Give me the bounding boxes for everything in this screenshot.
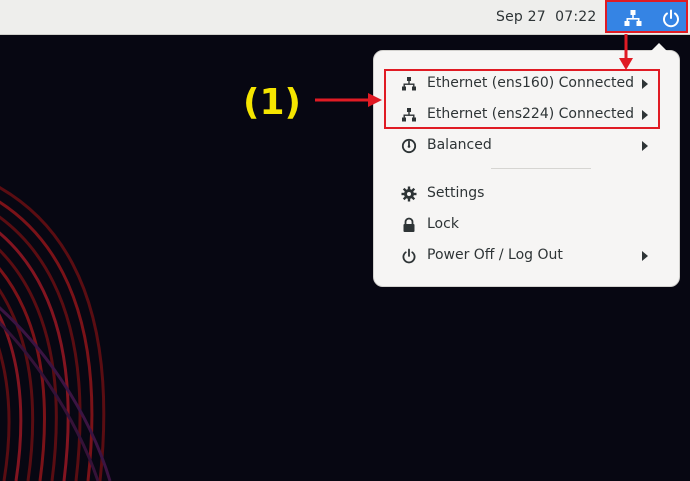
network-icon[interactable] xyxy=(623,8,643,28)
submenu-arrow-icon xyxy=(642,79,648,89)
menu-item-label: Ethernet (ens160) Connected xyxy=(427,75,635,91)
top-bar: Sep 27 07:22 xyxy=(0,0,690,35)
lock-icon xyxy=(403,217,415,232)
power-icon xyxy=(402,248,416,264)
menu-item-ethernet-ens224[interactable]: Ethernet (ens224) Connected xyxy=(374,100,681,130)
menu-item-label: Lock xyxy=(427,216,459,232)
system-menu: Ethernet (ens160) Connected Ethernet (en… xyxy=(373,43,681,287)
gear-icon xyxy=(401,186,417,202)
menu-item-label: Power Off / Log Out xyxy=(427,247,563,263)
submenu-arrow-icon xyxy=(642,110,648,120)
submenu-arrow-icon xyxy=(642,141,648,151)
menu-item-label: Balanced xyxy=(427,137,492,153)
menu-item-lock[interactable]: Lock xyxy=(374,210,681,240)
desktop-wallpaper xyxy=(0,186,112,481)
power-icon[interactable] xyxy=(661,8,681,28)
menu-item-label: Ethernet (ens224) Connected xyxy=(427,106,635,122)
menu-pointer xyxy=(650,43,668,52)
power-profile-icon xyxy=(401,138,417,154)
menu-item-settings[interactable]: Settings xyxy=(374,179,681,209)
menu-item-power-off[interactable]: Power Off / Log Out xyxy=(374,241,681,271)
network-wired-icon xyxy=(402,108,416,122)
submenu-arrow-icon xyxy=(642,251,648,261)
clock[interactable]: Sep 27 07:22 xyxy=(496,9,597,25)
annotation-label: (1) xyxy=(243,82,301,123)
network-wired-icon xyxy=(402,77,416,91)
menu-separator xyxy=(491,168,591,169)
menu-item-label: Settings xyxy=(427,185,485,201)
menu-item-power-profile[interactable]: Balanced xyxy=(374,131,681,161)
menu-item-ethernet-ens160[interactable]: Ethernet (ens160) Connected xyxy=(374,69,681,99)
system-tray[interactable] xyxy=(605,0,688,33)
